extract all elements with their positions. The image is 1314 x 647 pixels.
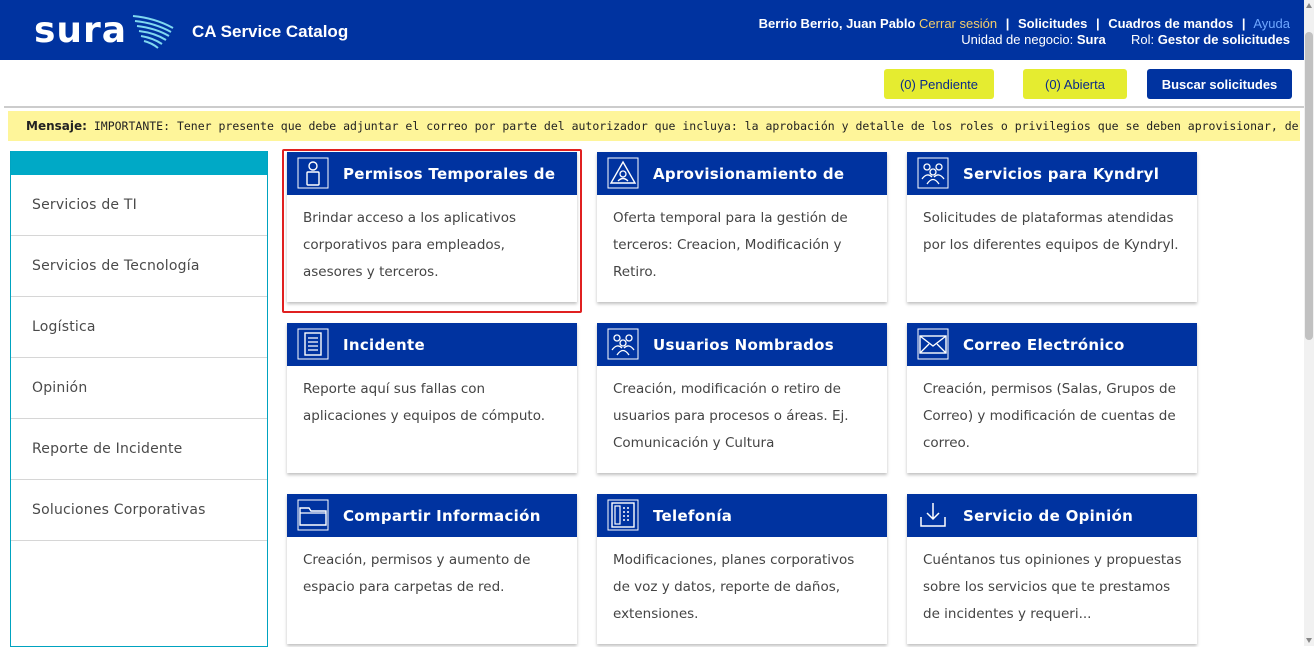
card-title: Aprovisionamiento de xyxy=(653,165,845,183)
top-header: sura CA Service Catalog Berrio Berrio, J… xyxy=(0,0,1308,60)
card-description: Creación, permisos (Salas, Grupos de Cor… xyxy=(923,381,1176,451)
service-card-correo[interactable]: Correo Electrónico Creación, permisos (S… xyxy=(907,323,1197,473)
card-description: Modificaciones, planes corporativos de v… xyxy=(613,552,855,622)
service-card-usuarios-nombrados[interactable]: Usuarios Nombrados Creación, modificació… xyxy=(597,323,887,473)
group-icon xyxy=(917,157,949,189)
card-title: Servicios para Kyndryl xyxy=(963,165,1160,183)
sidebar-item-servicios-ti[interactable]: Servicios de TI xyxy=(11,175,267,236)
logo-wing-icon xyxy=(133,15,174,49)
scroll-down-icon[interactable] xyxy=(1306,638,1312,643)
folder-icon xyxy=(297,499,329,531)
category-sidebar: Servicios de TI Servicios de Tecnología … xyxy=(10,151,268,647)
service-card-permisos-temporales[interactable]: Permisos Temporales de Brindar acceso a … xyxy=(287,152,577,302)
sidebar-item-soluciones-corporativas[interactable]: Soluciones Corporativas xyxy=(11,480,267,541)
sura-logo[interactable]: sura xyxy=(34,8,175,54)
logout-link[interactable]: Cerrar sesión xyxy=(919,16,997,31)
card-description: Solicitudes de plataformas atendidas por… xyxy=(923,210,1179,253)
card-description: Creación, permisos y aumento de espacio … xyxy=(303,552,531,595)
group-icon xyxy=(607,328,639,360)
message-label: Mensaje: xyxy=(26,119,87,133)
role-info: Unidad de negocio: Sura Rol: Gestor de s… xyxy=(961,32,1290,47)
card-description: Brindar acceso a los aplicativos corpora… xyxy=(303,210,517,280)
service-card-servicio-opinion[interactable]: Servicio de Opinión Cuéntanos tus opinio… xyxy=(907,494,1197,644)
card-title: Permisos Temporales de xyxy=(343,165,556,183)
card-title: Servicio de Opinión xyxy=(963,507,1134,525)
pending-requests-button[interactable]: (0) Pendiente xyxy=(884,69,994,99)
service-card-incidente[interactable]: Incidente Reporte aquí sus fallas con ap… xyxy=(287,323,577,473)
sidebar-item-servicios-tecnologia[interactable]: Servicios de Tecnología xyxy=(11,236,267,297)
card-description: Reporte aquí sus fallas con aplicaciones… xyxy=(303,381,546,424)
separator: | xyxy=(1095,16,1100,31)
sidebar-item-logistica[interactable]: Logística xyxy=(11,297,267,358)
envelope-icon xyxy=(917,328,949,360)
logo-wordmark: sura xyxy=(34,10,128,51)
card-title: Telefonía xyxy=(653,507,733,525)
dashboards-link[interactable]: Cuadros de mandos xyxy=(1108,16,1233,31)
sidebar-header-bar xyxy=(11,151,267,175)
phone-icon xyxy=(607,499,639,531)
service-card-compartir-informacion[interactable]: Compartir Información Creación, permisos… xyxy=(287,494,577,644)
download-tray-icon xyxy=(920,503,946,527)
service-card-telefonia[interactable]: Telefonía Modificaciones, planes corpora… xyxy=(597,494,887,644)
document-icon xyxy=(297,328,329,360)
separator: | xyxy=(1005,16,1010,31)
card-header: Servicios para Kyndryl xyxy=(907,152,1197,195)
toolbar: (0) Pendiente (0) Abierta Buscar solicit… xyxy=(4,60,1304,108)
card-header: Telefonía xyxy=(597,494,887,537)
card-title: Usuarios Nombrados xyxy=(653,336,835,354)
card-description: Oferta temporal para la gestión de terce… xyxy=(613,210,848,280)
card-header: Permisos Temporales de xyxy=(287,152,577,195)
business-unit-value: Sura xyxy=(1076,32,1106,47)
card-title: Correo Electrónico xyxy=(963,336,1125,354)
card-title: Incidente xyxy=(343,336,425,354)
page-scrollbar[interactable] xyxy=(1304,0,1314,646)
user-warning-icon xyxy=(607,157,639,189)
requests-link[interactable]: Solicitudes xyxy=(1018,16,1087,31)
card-description: Cuéntanos tus opiniones y propuestas sob… xyxy=(923,552,1182,622)
role-value: Gestor de solicitudes xyxy=(1157,32,1290,47)
separator: | xyxy=(1241,16,1246,31)
scroll-up-icon[interactable] xyxy=(1306,3,1312,8)
card-header: Usuarios Nombrados xyxy=(597,323,887,366)
service-card-aprovisionamiento[interactable]: Aprovisionamiento de Oferta temporal par… xyxy=(597,152,887,302)
sidebar-item-opinion[interactable]: Opinión xyxy=(11,358,267,419)
card-header: Servicio de Opinión xyxy=(907,494,1197,537)
business-unit-label: Unidad de negocio: xyxy=(961,32,1074,47)
card-header: Aprovisionamiento de xyxy=(597,152,887,195)
card-description: Creación, modificación o retiro de usuar… xyxy=(613,381,849,451)
user-name: Berrio Berrio, Juan Pablo xyxy=(758,16,916,31)
open-requests-button[interactable]: (0) Abierta xyxy=(1023,69,1127,99)
message-banner: Mensaje: IMPORTANTE: Tener presente que … xyxy=(8,111,1300,141)
sidebar-item-reporte-incidente[interactable]: Reporte de Incidente xyxy=(11,419,267,480)
message-text: IMPORTANTE: Tener presente que debe adju… xyxy=(93,119,1300,133)
card-header: Incidente xyxy=(287,323,577,366)
card-header: Correo Electrónico xyxy=(907,323,1197,366)
service-card-kyndryl[interactable]: Servicios para Kyndryl Solicitudes de pl… xyxy=(907,152,1197,302)
card-title: Compartir Información xyxy=(343,507,541,525)
role-label: Rol: xyxy=(1131,32,1155,47)
app-title: CA Service Catalog xyxy=(192,22,349,41)
user-links-bar: Berrio Berrio, Juan Pablo Cerrar sesión … xyxy=(759,16,1290,31)
scrollbar-thumb[interactable] xyxy=(1305,32,1313,340)
search-requests-button[interactable]: Buscar solicitudes xyxy=(1147,69,1292,99)
help-link[interactable]: Ayuda xyxy=(1253,16,1290,31)
person-icon xyxy=(297,157,329,189)
card-header: Compartir Información xyxy=(287,494,577,537)
